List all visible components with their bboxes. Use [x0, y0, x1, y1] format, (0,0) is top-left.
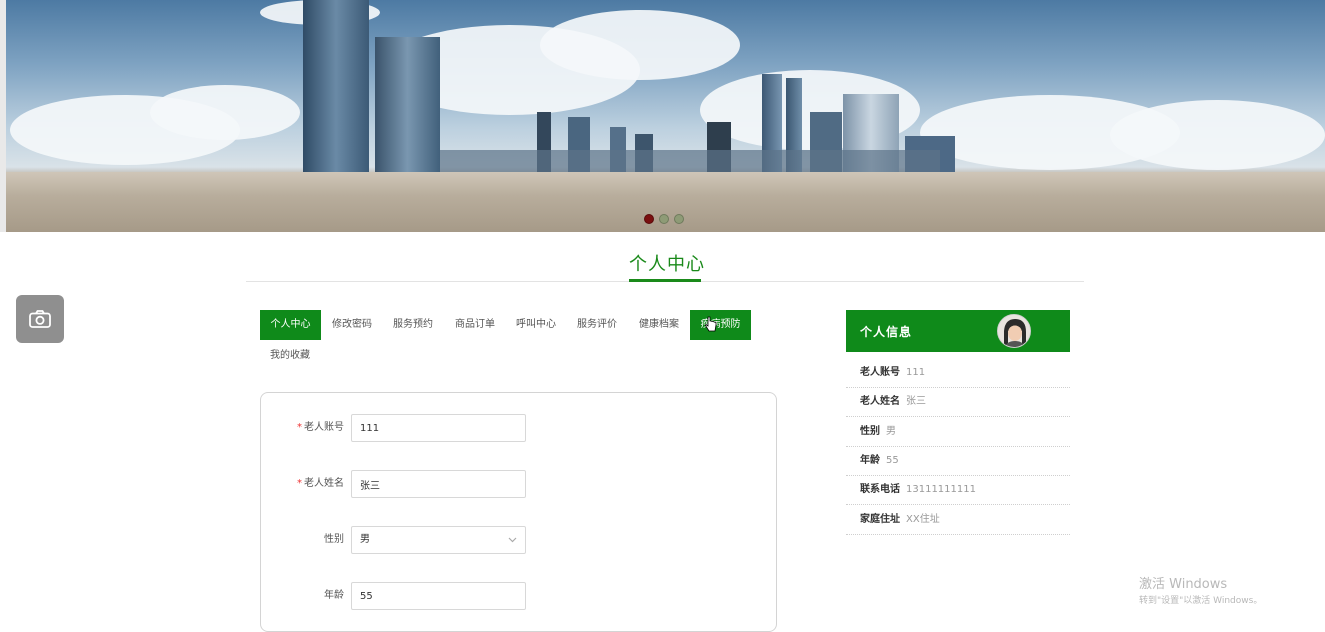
tab-service-booking[interactable]: 服务预约	[393, 310, 433, 340]
info-row: 家庭住址 XX住址	[846, 506, 1070, 535]
info-row: 联系电话 13111111111	[846, 476, 1070, 505]
title-underline	[629, 279, 701, 282]
windows-activation-hint: 转到"设置"以激活 Windows。	[1139, 596, 1263, 606]
required-mark: *	[297, 478, 302, 489]
carousel-dot[interactable]	[659, 214, 669, 224]
carousel-dots	[644, 214, 684, 224]
tab-personal-center[interactable]: 个人中心	[260, 310, 321, 340]
tab-change-password[interactable]: 修改密码	[332, 310, 372, 340]
windows-activation-title: 激活 Windows	[1139, 577, 1228, 592]
gender-select-value: 男	[360, 534, 370, 545]
chevron-down-icon	[508, 537, 517, 543]
gender-label: 性别	[324, 534, 344, 545]
info-row: 老人姓名 张三	[846, 388, 1070, 417]
name-input[interactable]	[351, 470, 526, 498]
camera-button[interactable]	[16, 295, 64, 343]
info-row: 年龄 55	[846, 447, 1070, 476]
age-label: 年龄	[324, 590, 344, 601]
camera-icon	[29, 310, 51, 328]
hero-banner	[0, 0, 1325, 232]
info-row: 性别男	[846, 418, 1070, 447]
tab-disease-prevention[interactable]: 疾病预防	[690, 310, 751, 340]
carousel-dot[interactable]	[674, 214, 684, 224]
gender-select[interactable]: 男	[351, 526, 526, 554]
page-title: 个人中心	[629, 254, 705, 275]
name-label: * 老人姓名	[297, 478, 344, 489]
info-panel-header: 个人信息	[846, 310, 1070, 352]
required-mark: *	[297, 422, 302, 433]
carousel-dot[interactable]	[644, 214, 654, 224]
info-row: 老人账号 111	[846, 359, 1070, 388]
account-input[interactable]	[351, 414, 526, 442]
tab-health-records[interactable]: 健康档案	[639, 310, 679, 340]
mouse-cursor-icon	[705, 316, 717, 332]
avatar[interactable]	[997, 314, 1031, 348]
tab-call-center[interactable]: 呼叫中心	[516, 310, 556, 340]
tab-my-favorites[interactable]: 我的收藏	[270, 341, 310, 371]
info-panel-title: 个人信息	[860, 325, 913, 339]
tab-service-review[interactable]: 服务评价	[577, 310, 617, 340]
account-label: * 老人账号	[297, 422, 344, 433]
age-input[interactable]	[351, 582, 526, 610]
tab-product-orders[interactable]: 商品订单	[455, 310, 495, 340]
